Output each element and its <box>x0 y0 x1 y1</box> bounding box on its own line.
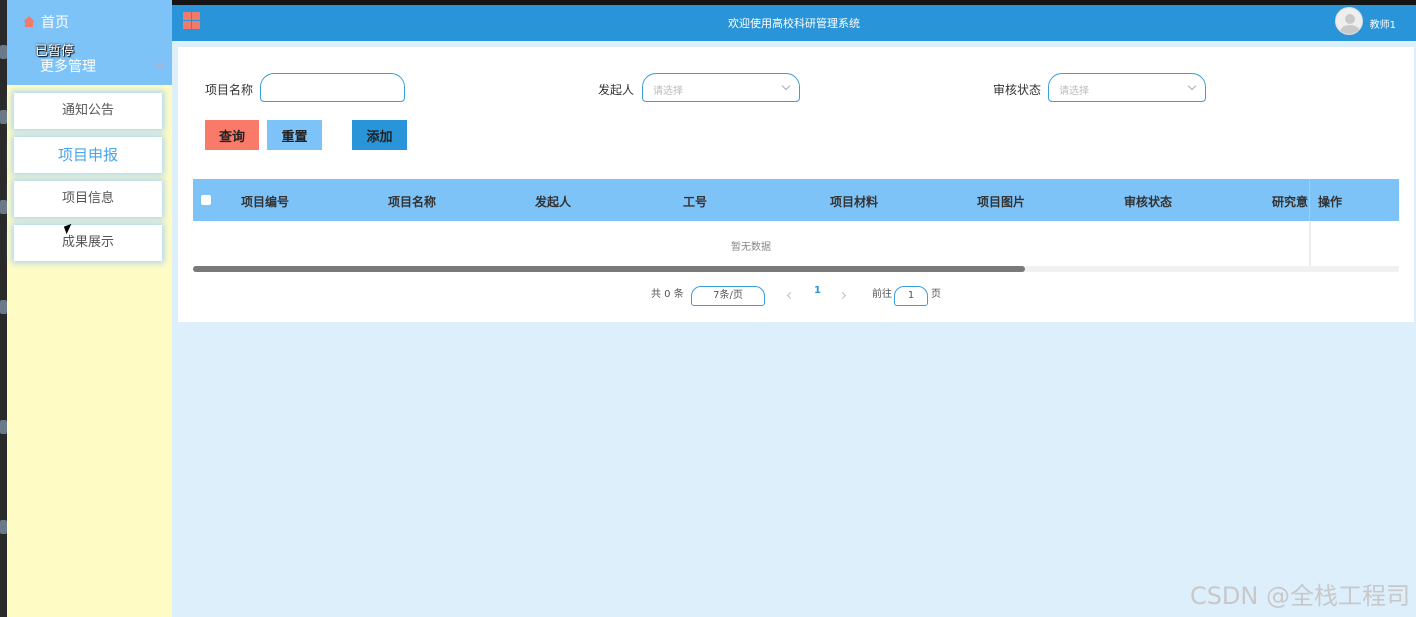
sidebar: 首页 已暂停 更多管理 通知公告 项目申报 项目信息 成果展示 <box>7 0 172 617</box>
select-all-checkbox[interactable] <box>201 195 211 205</box>
nav-home-label: 首页 <box>41 15 69 31</box>
project-name-label: 项目名称 <box>205 83 254 97</box>
sidebar-item-project-apply[interactable]: 项目申报 <box>14 137 162 173</box>
chevron-down-icon <box>154 57 165 68</box>
home-icon <box>23 16 35 28</box>
add-button[interactable]: 添加 <box>352 120 407 150</box>
app-title: 欢迎使用高校科研管理系统 <box>728 17 860 30</box>
goto-page-input[interactable]: 1 <box>894 286 928 306</box>
col-project-materials[interactable]: 项目材料 <box>830 193 878 210</box>
goto-label: 前往 <box>872 289 892 300</box>
desktop-icon <box>0 520 7 534</box>
next-page-icon[interactable] <box>838 291 847 300</box>
desktop-icon <box>0 110 7 124</box>
horizontal-scrollbar[interactable] <box>193 266 1399 272</box>
content-card: 项目名称 发起人 请选择 审核状态 请选择 查询 重置 添加 项目编号 项目名称… <box>178 47 1414 322</box>
sidebar-item-achievements[interactable]: 成果展示 <box>14 225 162 261</box>
desktop-icon <box>0 200 7 214</box>
main-content: 项目名称 发起人 请选择 审核状态 请选择 查询 重置 添加 项目编号 项目名称… <box>172 41 1416 617</box>
total-count: 共 0 条 <box>651 289 684 300</box>
sidebar-item-notice[interactable]: 通知公告 <box>14 93 162 129</box>
col-project-image[interactable]: 项目图片 <box>977 193 1025 210</box>
watermark: CSDN @全栈工程司 <box>1189 582 1410 610</box>
nav-more-label: 更多管理 <box>40 59 96 75</box>
page-suffix: 页 <box>931 289 941 300</box>
chevron-down-icon <box>1187 81 1197 91</box>
nav-home[interactable]: 首页 <box>23 12 69 32</box>
col-project-name[interactable]: 项目名称 <box>388 193 436 210</box>
page-size-select[interactable]: 7条/页 <box>691 286 765 306</box>
desktop-edge <box>0 0 7 617</box>
sidebar-item-project-info[interactable]: 项目信息 <box>14 181 162 217</box>
app-header: 欢迎使用高校科研管理系统 教师1 <box>172 5 1416 41</box>
col-actions: 操作 <box>1318 195 1343 209</box>
initiator-placeholder: 请选择 <box>653 86 683 97</box>
table-body: 暂无数据 <box>193 221 1399 267</box>
menu-icon <box>23 60 34 72</box>
prev-page-icon[interactable] <box>786 291 795 300</box>
col-review-status[interactable]: 审核状态 <box>1124 193 1172 210</box>
project-name-input[interactable] <box>260 73 405 102</box>
desktop-icon <box>0 420 7 434</box>
review-status-select[interactable]: 请选择 <box>1048 73 1206 102</box>
review-status-label: 审核状态 <box>993 83 1042 97</box>
initiator-select[interactable]: 请选择 <box>642 73 800 102</box>
username[interactable]: 教师1 <box>1370 16 1396 31</box>
current-page[interactable]: 1 <box>814 285 821 296</box>
initiator-label: 发起人 <box>598 83 635 97</box>
nav-more-management[interactable]: 更多管理 <box>23 56 165 76</box>
reset-button[interactable]: 重置 <box>267 120 322 150</box>
desktop-icon <box>0 300 7 314</box>
actions-column-body <box>1309 221 1399 267</box>
col-research-significance[interactable]: 研究意 <box>1272 193 1308 210</box>
desktop-icon <box>0 45 7 59</box>
col-initiator[interactable]: 发起人 <box>535 193 571 210</box>
chevron-down-icon <box>781 81 791 91</box>
sidebar-top-menu: 首页 已暂停 更多管理 <box>7 0 172 85</box>
table-header: 项目编号 项目名称 发起人 工号 项目材料 项目图片 审核状态 研究意 操作 <box>193 179 1399 221</box>
query-button[interactable]: 查询 <box>205 120 259 150</box>
empty-state: 暂无数据 <box>731 242 771 253</box>
avatar[interactable] <box>1335 7 1363 35</box>
col-actions-fixed: 操作 <box>1309 179 1399 221</box>
review-status-placeholder: 请选择 <box>1059 86 1089 97</box>
scrollbar-thumb[interactable] <box>193 266 1026 272</box>
col-employee-id[interactable]: 工号 <box>683 193 707 210</box>
col-project-id[interactable]: 项目编号 <box>241 193 289 210</box>
